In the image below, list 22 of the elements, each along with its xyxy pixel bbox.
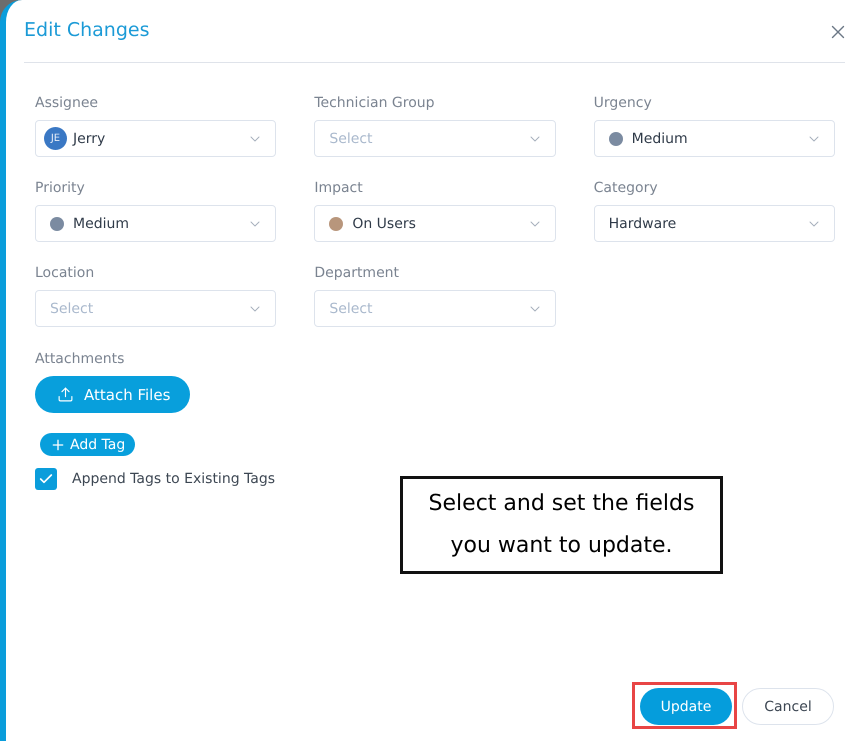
dropdown-field[interactable]: JE Jerry xyxy=(35,120,276,157)
user-avatar: JE xyxy=(44,127,67,150)
field-label: Location xyxy=(35,264,94,283)
dropdown-field[interactable]: Medium xyxy=(35,205,276,242)
checkbox-label: Append Tags to Existing Tags xyxy=(72,471,276,487)
checkbox[interactable] xyxy=(35,468,57,490)
field-label: Priority xyxy=(35,179,85,198)
dropdown-field[interactable]: On Users xyxy=(314,205,556,242)
field-label: Category xyxy=(594,179,658,198)
dropdown-field[interactable]: Hardware xyxy=(594,205,835,242)
field-label: Technician Group xyxy=(314,94,435,113)
cancel-button[interactable]: Cancel xyxy=(742,688,834,725)
field-label: Attachments xyxy=(35,350,124,369)
field-label: Assignee xyxy=(35,94,98,113)
field-label: Impact xyxy=(314,179,363,198)
field-label: Urgency xyxy=(594,94,652,113)
upload-icon xyxy=(57,386,74,403)
plus-icon xyxy=(50,436,66,452)
field-label: Department xyxy=(314,264,400,283)
dialog-title: Edit Changes xyxy=(24,19,150,41)
callout-note: Select and set the fields you want to update. xyxy=(400,476,723,574)
dropdown-field[interactable]: Medium xyxy=(594,120,835,157)
